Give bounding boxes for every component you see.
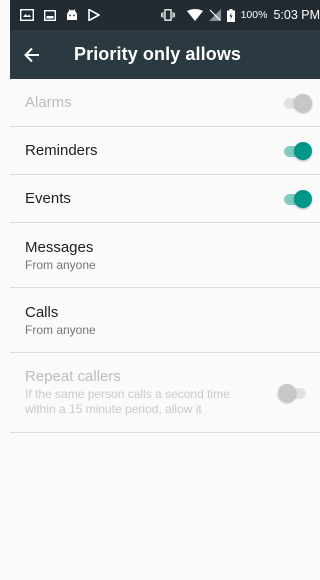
settings-list: Alarms Reminders Events Messages From an…	[10, 79, 320, 433]
events-row[interactable]: Events	[10, 175, 320, 223]
reminders-row[interactable]: Reminders	[10, 127, 320, 175]
messages-row[interactable]: Messages From anyone	[10, 223, 320, 288]
calls-row[interactable]: Calls From anyone	[10, 288, 320, 353]
reminders-label: Reminders	[25, 142, 98, 159]
page-title: Priority only allows	[74, 44, 242, 64]
vibrate-icon	[160, 9, 175, 21]
messages-summary: From anyone	[25, 258, 96, 272]
notification-icons	[20, 0, 100, 30]
calls-summary: From anyone	[25, 323, 96, 337]
switch-thumb	[294, 142, 312, 160]
play-store-icon	[88, 9, 100, 21]
repeat-callers-row[interactable]: Repeat callers If the same person calls …	[10, 353, 320, 433]
switch-thumb	[294, 94, 312, 112]
events-switch[interactable]	[282, 189, 312, 209]
repeat-callers-switch[interactable]	[278, 383, 308, 403]
switch-thumb	[278, 384, 296, 402]
reminders-switch[interactable]	[282, 141, 312, 161]
alarms-switch[interactable]	[282, 93, 312, 113]
clock: 5:03 PM	[273, 8, 320, 22]
android-icon	[66, 9, 78, 21]
battery-icon	[226, 8, 235, 22]
repeat-callers-label: Repeat callers	[25, 368, 121, 385]
system-icons: 100% 5:03 PM	[160, 0, 320, 30]
arrow-back-icon	[24, 47, 40, 63]
events-label: Events	[25, 190, 71, 207]
image-icon	[44, 9, 56, 21]
alarms-label: Alarms	[25, 94, 72, 111]
battery-percent: 100%	[240, 9, 268, 21]
no-sim-icon	[208, 9, 221, 21]
switch-thumb	[294, 190, 312, 208]
messages-label: Messages	[25, 239, 94, 256]
repeat-callers-summary: If the same person calls a second time w…	[25, 387, 230, 416]
alarms-row[interactable]: Alarms	[10, 79, 320, 127]
calls-label: Calls	[25, 304, 59, 321]
status-bar: 100% 5:03 PM	[10, 0, 320, 30]
app-toolbar: Priority only allows	[10, 30, 320, 79]
screenshot-icon	[20, 9, 34, 21]
back-button[interactable]	[10, 30, 54, 79]
wifi-icon	[186, 9, 203, 21]
